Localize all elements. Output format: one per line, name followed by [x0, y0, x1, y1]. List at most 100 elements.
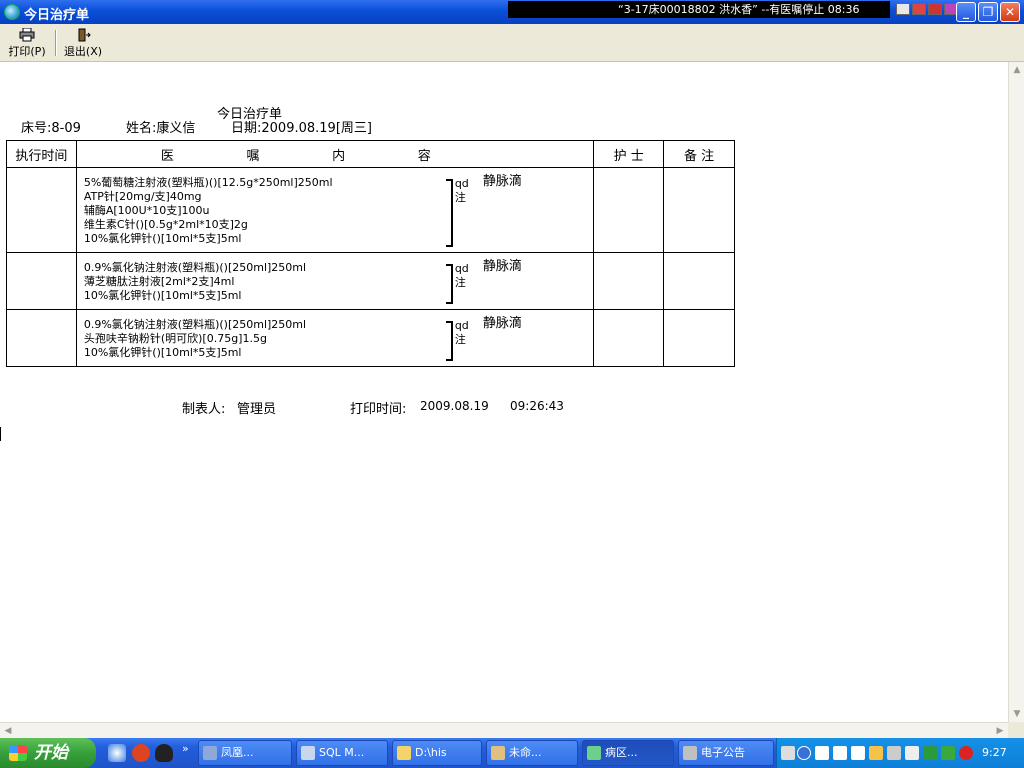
taskbar-button[interactable]: 病区...: [582, 740, 674, 766]
exit-label: 退出(X): [63, 45, 103, 58]
frequency-line: 注: [454, 333, 466, 346]
header-remark: 备 注: [663, 140, 735, 168]
sheet-date: 日期:2009.08.19[周三]: [231, 121, 372, 136]
header-content-char: 嘱: [246, 148, 260, 164]
exec-time-cell: [6, 252, 77, 310]
keyboard-icon[interactable]: [781, 746, 795, 760]
minimize-button[interactable]: _: [956, 2, 976, 22]
exec-time-cell: [6, 309, 77, 367]
taskbar-button-label: 凤凰...: [221, 746, 254, 759]
mail-icon[interactable]: [815, 746, 829, 760]
maker-label: 制表人:: [182, 402, 226, 417]
ie-icon[interactable]: [108, 744, 126, 762]
stop-icon[interactable]: [959, 746, 973, 760]
vertical-scrollbar[interactable]: ▲ ▼: [1008, 62, 1024, 722]
taskbar: 开始 » 凤凰... SQL M... D:\his 未命... 病区... 电子公告 9…: [0, 738, 1024, 768]
nurse-cell: [593, 252, 665, 310]
mail-icon[interactable]: [833, 746, 847, 760]
speaker-icon[interactable]: [887, 746, 901, 760]
frequency: qd 注: [455, 319, 469, 347]
taskbar-button-label: 病区...: [605, 746, 638, 759]
header-nurse: 护 士: [593, 140, 665, 168]
drug-line: 10%氯化钾针()[10ml*5支]5ml: [83, 232, 242, 245]
mail-icon[interactable]: [851, 746, 865, 760]
drug-line: 10%氯化钾针()[10ml*5支]5ml: [83, 289, 242, 302]
taskbar-button[interactable]: SQL M...: [296, 740, 388, 766]
header-content-char: 医: [160, 148, 174, 164]
scroll-right-icon[interactable]: ▶: [992, 723, 1008, 739]
taskbar-button-label: D:\his: [415, 746, 447, 759]
frequency: qd 注: [455, 177, 469, 205]
scroll-down-icon[interactable]: ▼: [1009, 706, 1024, 722]
sql-icon: [301, 746, 315, 760]
route: 静脉滴: [482, 259, 522, 274]
qq-icon[interactable]: [869, 746, 883, 760]
remark-cell: [663, 309, 735, 367]
order-content-cell: 0.9%氯化钠注射液(塑料瓶)()[250ml]250ml 头孢呋辛钠粉针(明可欣…: [75, 309, 595, 367]
start-label: 开始: [34, 743, 68, 763]
header-order-content: 医 嘱 内 容: [75, 140, 595, 168]
exit-button[interactable]: 退出(X): [60, 28, 106, 60]
header-exec-time: 执行时间: [6, 140, 77, 168]
down-icon[interactable]: [928, 3, 942, 15]
app-icon: [587, 746, 601, 760]
taskbar-button[interactable]: 凤凰...: [198, 740, 292, 766]
scroll-up-icon[interactable]: ▲: [1009, 62, 1024, 78]
window-title: 今日治疗单: [24, 8, 90, 23]
drug-line: 维生素C针()[0.5g*2ml*10支]2g: [83, 218, 248, 231]
header-content-char: 内: [332, 148, 346, 164]
scroll-corner: [1008, 722, 1024, 738]
group-bracket: [445, 179, 453, 247]
exec-time-cell: [6, 167, 77, 253]
print-button[interactable]: 打印(P): [4, 28, 50, 60]
minus-icon[interactable]: [912, 3, 926, 15]
taskbar-button[interactable]: 未命...: [486, 740, 578, 766]
drug-line: 薄芝糖肽注射液[2ml*2支]4ml: [83, 275, 235, 288]
shield-icon[interactable]: [941, 746, 955, 760]
folder-icon: [397, 746, 411, 760]
frequency-line: qd: [454, 319, 469, 332]
tray-collapse-icon[interactable]: [797, 746, 811, 760]
nurse-cell: [593, 167, 665, 253]
patient-name: 姓名:康义信: [126, 121, 196, 136]
windows-logo-icon: [9, 745, 27, 761]
browser-icon: [203, 746, 217, 760]
frequency-line: qd: [454, 177, 469, 190]
taskbar-button-label: SQL M...: [319, 746, 365, 759]
header-content-char: 容: [417, 148, 431, 164]
print-label: 打印(P): [8, 45, 46, 58]
title-bar[interactable]: 今日治疗单 “3-17床00018802 洪水香” --有医嘱停止 08:36 …: [0, 0, 1024, 24]
door-exit-icon: [78, 28, 91, 42]
nurse-cell: [593, 309, 665, 367]
text-caret: [0, 427, 1, 441]
network-icon[interactable]: [905, 746, 919, 760]
app-icon: [4, 4, 20, 20]
order-content-cell: 0.9%氯化钠注射液(塑料瓶)()[250ml]250ml 薄芝糖肽注射液[2ml…: [75, 252, 595, 310]
frequency-line: 注: [454, 191, 466, 204]
print-time: 09:26:43: [510, 399, 564, 413]
taskbar-button[interactable]: D:\his: [392, 740, 482, 766]
scroll-left-icon[interactable]: ◀: [0, 723, 16, 739]
quicklaunch-more-icon[interactable]: »: [182, 742, 189, 755]
order-content-cell: 5%葡萄糖注射液(塑料瓶)()[12.5g*250ml]250ml ATP针[20…: [75, 167, 595, 253]
restore-button[interactable]: ❐: [978, 2, 998, 22]
drug-line: ATP针[20mg/支]40mg: [83, 190, 202, 203]
horizontal-scrollbar[interactable]: ◀ ▶: [0, 722, 1008, 738]
order-stop-notice: “3-17床00018802 洪水香” --有医嘱停止 08:36: [508, 1, 890, 18]
treatment-sheet: 今日治疗单 床号:8-09 姓名:康义信 日期:2009.08.19[周三] 执…: [0, 62, 1008, 722]
route: 静脉滴: [482, 316, 522, 331]
drug-line: 头孢呋辛钠粉针(明可欣)[0.75g]1.5g: [83, 332, 267, 345]
mail-icon[interactable]: [896, 3, 910, 15]
route: 静脉滴: [482, 174, 522, 189]
remark-cell: [663, 167, 735, 253]
media-icon[interactable]: [132, 744, 150, 762]
umbrella-icon[interactable]: [923, 746, 937, 760]
close-button[interactable]: ✕: [1000, 2, 1020, 22]
maker-name: 管理员: [237, 402, 277, 417]
taskbar-button[interactable]: 电子公告: [678, 740, 774, 766]
taskbar-button-label: 电子公告: [701, 746, 745, 759]
printer-icon: [19, 28, 35, 42]
qq-icon[interactable]: [155, 744, 173, 762]
table-header-row: 执行时间 医 嘱 内 容 护 士 备 注: [6, 140, 735, 168]
start-button[interactable]: 开始: [0, 738, 96, 768]
